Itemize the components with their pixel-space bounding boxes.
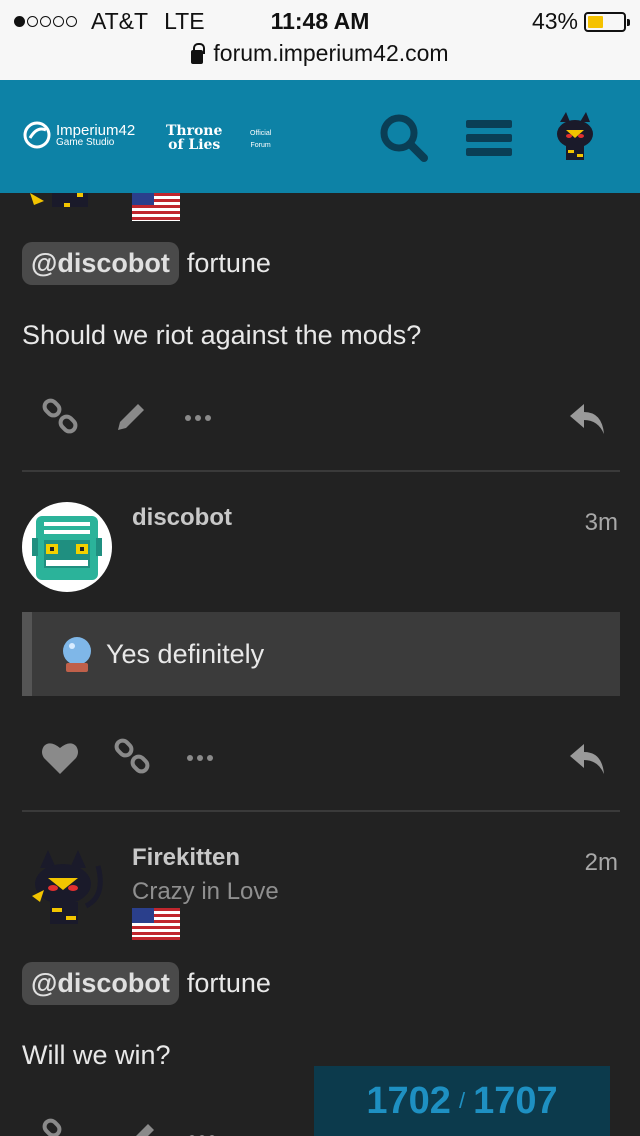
url-text: forum.imperium42.com	[213, 40, 449, 66]
firekitten-avatar[interactable]	[22, 846, 112, 936]
post-time[interactable]: 2m	[585, 849, 618, 877]
heart-like-icon[interactable]	[40, 738, 80, 778]
more-options-icon[interactable]	[182, 1118, 222, 1136]
official-line1: Official	[250, 130, 272, 137]
post-avatar-partial-icon	[30, 193, 88, 207]
battery-icon	[584, 11, 630, 32]
logo-subtitle: Game Studio	[56, 136, 115, 148]
battery-info: 43%	[531, 8, 630, 35]
current-post-number: 1702	[366, 1079, 451, 1122]
reply-icon[interactable]	[568, 738, 608, 778]
command-text: fortune	[186, 248, 271, 278]
imperium42-logo[interactable]: Imperium42 Game Studio	[22, 120, 135, 150]
forum-header: Imperium42 Game Studio Throne of Lies Of…	[0, 80, 640, 193]
edit-pencil-icon[interactable]	[120, 1118, 160, 1136]
more-options-icon[interactable]	[180, 738, 220, 778]
user-avatar-icon[interactable]	[546, 106, 604, 168]
us-flag-icon	[132, 193, 180, 221]
post-time[interactable]: 3m	[585, 509, 618, 537]
logo-title: Imperium42	[56, 121, 136, 139]
link-icon[interactable]	[112, 738, 152, 778]
url-bar[interactable]: forum.imperium42.com	[0, 40, 640, 67]
tol-line2: of Lies	[168, 137, 221, 153]
discobot-avatar[interactable]	[22, 502, 112, 592]
user-title: Crazy in Love	[132, 878, 279, 905]
hamburger-menu-icon[interactable]	[464, 112, 516, 164]
imperium42-logo-icon	[23, 121, 51, 149]
post-progress-counter[interactable]: 1702 / 1707	[314, 1066, 610, 1136]
post-divider	[22, 470, 620, 472]
quote-text: Yes definitely	[106, 638, 265, 669]
post-actions	[22, 398, 622, 448]
fortune-quote: Yes definitely	[22, 612, 620, 696]
more-options-icon[interactable]	[178, 398, 218, 438]
command-text: fortune	[186, 968, 271, 998]
post-body: Should we riot against the mods?	[22, 320, 422, 350]
crystal-ball-icon	[63, 637, 91, 672]
reply-icon[interactable]	[568, 398, 608, 438]
throne-of-lies-logo[interactable]: Throne of Lies	[166, 124, 222, 152]
search-icon[interactable]	[378, 112, 430, 164]
post-actions	[22, 738, 622, 788]
total-post-count: 1707	[473, 1079, 558, 1122]
mention-link[interactable]: @discobot	[22, 962, 179, 1005]
us-flag-icon	[132, 908, 180, 940]
post-username[interactable]: discobot	[132, 504, 232, 532]
post-mention-row: @discobot fortune	[22, 962, 271, 1005]
status-bar: AT&T LTE 11:48 AM 43% forum.imperium42.c…	[0, 0, 640, 80]
post-body: Will we win?	[22, 1040, 171, 1070]
lock-icon	[191, 42, 206, 64]
battery-percent: 43%	[531, 8, 578, 34]
edit-pencil-icon[interactable]	[110, 398, 150, 438]
link-icon[interactable]	[40, 398, 80, 438]
progress-separator: /	[458, 1088, 466, 1113]
post-username[interactable]: Firekitten	[132, 844, 240, 872]
mention-link[interactable]: @discobot	[22, 242, 179, 285]
post-mention-row: @discobot fortune	[22, 242, 271, 285]
link-icon[interactable]	[40, 1118, 80, 1136]
official-line2: Forum	[250, 142, 271, 149]
tol-line1: Throne	[166, 123, 223, 139]
official-forum-label: Official Forum	[250, 128, 271, 152]
post-divider	[22, 810, 620, 812]
